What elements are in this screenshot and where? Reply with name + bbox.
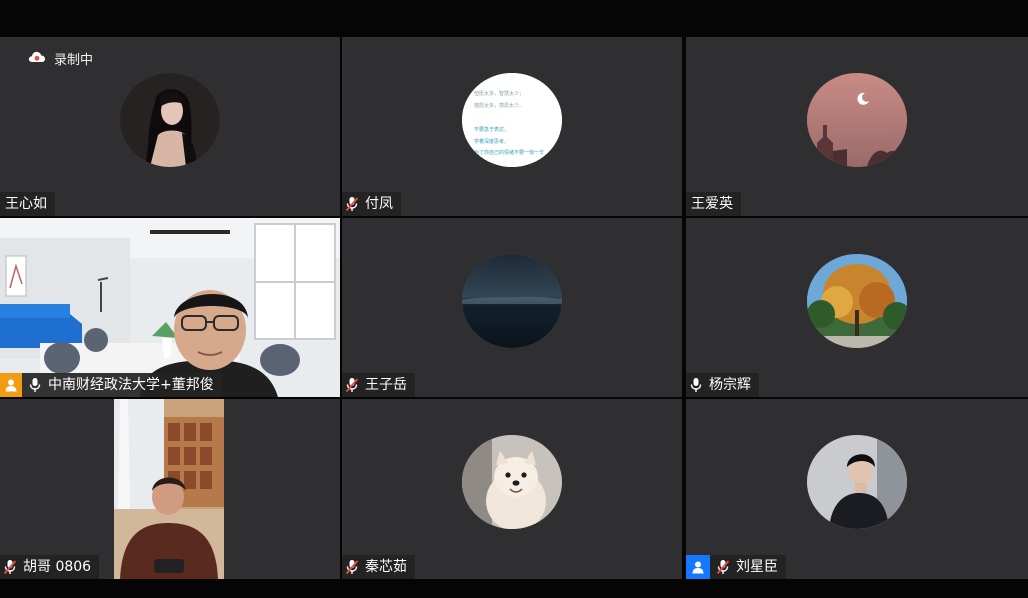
participant-name-tag: 王爱英 (686, 192, 741, 216)
participant-name-tag: 刘星臣 (686, 555, 786, 579)
mic-muted-icon (716, 559, 730, 575)
avatar (462, 254, 562, 348)
meeting-window: 录制中 王心如 但愿太多，智慧太少； 抱怨太多，感恩太少。 不要急于表达， 学着… (0, 0, 1028, 598)
participant-tile-yang-zonghui[interactable]: 杨宗辉 (686, 218, 1028, 397)
participant-name-tag: 付凤 (342, 192, 401, 216)
mic-muted-icon (3, 559, 17, 575)
host-badge-icon (0, 373, 22, 397)
participant-tile-liu-xingchen[interactable]: 刘星臣 (686, 399, 1028, 579)
avatar-text-line: 不要急于表达， (474, 126, 509, 133)
participant-tile-hu-ge[interactable]: 胡哥 0806 (0, 399, 340, 579)
participant-name-tag: 王心如 (0, 192, 55, 216)
avatar-text-line: 学着深度思考， (474, 138, 509, 145)
avatar (462, 435, 562, 529)
participant-tile-wang-aiying[interactable]: 王爱英 (686, 37, 1028, 216)
mic-muted-icon (345, 559, 359, 575)
mic-icon (28, 377, 42, 393)
cloud-recording-icon (28, 50, 46, 68)
participant-name-tag: 秦芯茹 (342, 555, 415, 579)
participant-name-tag: 中南财经政法大学+董邦俊 (0, 373, 222, 397)
avatar (807, 435, 907, 529)
avatar-text-line: 抱怨太多，感恩太少。 (474, 102, 524, 109)
participant-tile-wang-ziyue[interactable]: 王子岳 (342, 218, 682, 397)
cohost-badge-icon (686, 555, 710, 579)
participant-name-tag: 王子岳 (342, 373, 415, 397)
participant-name: 杨宗辉 (709, 377, 751, 393)
participant-name: 王心如 (5, 196, 47, 212)
participant-name: 中南财经政法大学+董邦俊 (48, 377, 214, 393)
participant-name: 秦芯茹 (365, 559, 407, 575)
mic-muted-icon (345, 377, 359, 393)
recording-indicator[interactable]: 录制中 (28, 49, 93, 68)
participant-name: 刘星臣 (736, 559, 778, 575)
video-grid: 录制中 王心如 但愿太多，智慧太少； 抱怨太多，感恩太少。 不要急于表达， 学着… (0, 37, 1028, 579)
avatar-text-line: 为了你自己的情绪不要一惊一乍 (474, 149, 544, 156)
participant-name: 王子岳 (365, 377, 407, 393)
mic-icon (689, 377, 703, 393)
participant-tile-dong-bangjun[interactable]: 中南财经政法大学+董邦俊 (0, 218, 340, 397)
avatar (807, 73, 907, 167)
video-feed (114, 399, 224, 579)
avatar: 但愿太多，智慧太少； 抱怨太多，感恩太少。 不要急于表达， 学着深度思考， 为了… (462, 73, 562, 167)
participant-tile-qin-xinru[interactable]: 秦芯茹 (342, 399, 682, 579)
participant-name-tag: 杨宗辉 (686, 373, 759, 397)
participant-name: 王爱英 (691, 196, 733, 212)
participant-tile-fu-feng[interactable]: 但愿太多，智慧太少； 抱怨太多，感恩太少。 不要急于表达， 学着深度思考， 为了… (342, 37, 682, 216)
avatar (807, 254, 907, 348)
avatar-text-line: 但愿太多，智慧太少； (474, 90, 524, 97)
video-feed (0, 218, 340, 397)
participant-name: 胡哥 0806 (23, 559, 92, 575)
recording-label: 录制中 (54, 53, 94, 68)
avatar (120, 73, 220, 167)
participant-tile-wang-xinru[interactable]: 录制中 王心如 (0, 37, 340, 216)
participant-name: 付凤 (365, 196, 393, 212)
participant-name-tag: 胡哥 0806 (0, 555, 100, 579)
mic-muted-icon (345, 196, 359, 212)
